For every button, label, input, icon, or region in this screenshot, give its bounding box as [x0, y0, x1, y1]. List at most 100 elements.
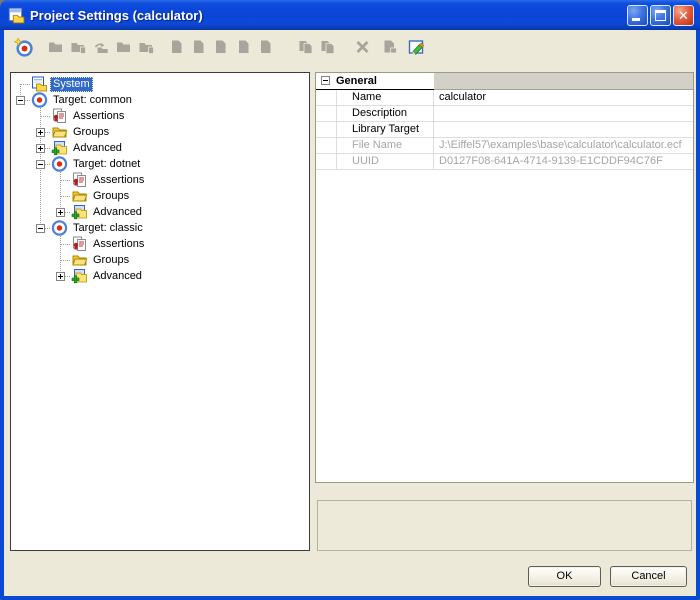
groups-icon — [51, 124, 70, 140]
doc-icon — [212, 39, 229, 55]
property-row-library-target: Library Target — [316, 122, 693, 138]
toolbar-button-3 — [67, 36, 89, 58]
minimize-button[interactable] — [627, 5, 648, 26]
tree-connector — [31, 108, 51, 124]
toolbar-button-10 — [232, 36, 254, 58]
property-row-gutter — [316, 122, 337, 137]
tree-item-target-common[interactable]: Target: common — [11, 92, 309, 108]
toolbar — [4, 30, 696, 64]
property-row-gutter — [316, 138, 337, 153]
tree-indent — [31, 188, 51, 204]
expand-plus-icon[interactable] — [56, 208, 65, 217]
toolbar-button-15 — [378, 36, 400, 58]
property-row-gutter — [316, 90, 337, 105]
tree-item-target-classic[interactable]: Target: classic — [11, 220, 309, 236]
folder-doc-icon — [70, 39, 87, 55]
collapse-minus-icon[interactable] — [36, 160, 45, 169]
settings-tree[interactable]: SystemTarget: commonAssertionsGroupsAdva… — [10, 72, 310, 551]
folder-doc-icon — [138, 39, 155, 55]
edit-file-button[interactable] — [406, 36, 428, 58]
minimize-icon — [632, 18, 640, 21]
property-label: UUID — [337, 154, 434, 169]
cancel-button[interactable]: Cancel — [610, 566, 687, 587]
target-icon — [51, 156, 70, 172]
target-icon — [51, 220, 70, 236]
doc-lock-icon — [381, 39, 398, 55]
expand-plus-icon[interactable] — [36, 128, 45, 137]
tree-item-groups[interactable]: Groups — [11, 124, 309, 140]
tree-item-assertions[interactable]: Assertions — [11, 236, 309, 252]
folder-icon — [115, 39, 132, 55]
tree-connector — [51, 252, 71, 268]
tree-connector — [11, 76, 31, 92]
tree-connector — [31, 220, 51, 236]
tree-connector — [51, 236, 71, 252]
tree-connector — [31, 124, 51, 140]
tree-item-assertions[interactable]: Assertions — [11, 108, 309, 124]
tree-indent — [31, 204, 51, 220]
advanced-icon — [71, 268, 90, 284]
tree-item-label: Target: common — [50, 93, 135, 108]
tree-item-advanced[interactable]: Advanced — [11, 204, 309, 220]
toolbar-button-2 — [44, 36, 66, 58]
section-header-label: General — [336, 75, 377, 87]
property-value[interactable]: calculator — [434, 90, 693, 105]
tree-item-label: Assertions — [90, 237, 147, 252]
tree-item-groups[interactable]: Groups — [11, 188, 309, 204]
tree-indent — [11, 172, 31, 188]
property-row-gutter — [316, 154, 337, 169]
tree-indent — [31, 172, 51, 188]
tree-indent — [11, 268, 31, 284]
tree-item-target-dotnet[interactable]: Target: dotnet — [11, 156, 309, 172]
assertions-icon — [71, 236, 90, 252]
tree-indent — [11, 204, 31, 220]
titlebar: Project Settings (calculator) ✕ — [0, 0, 700, 30]
property-row-name: Namecalculator — [316, 90, 693, 106]
section-header-general: General — [316, 73, 693, 90]
tree-indent — [11, 236, 31, 252]
property-value: J:\Eiffel57\examples\base\calculator\cal… — [434, 138, 693, 153]
tree-indent — [11, 188, 31, 204]
ok-button[interactable]: OK — [528, 566, 601, 587]
tree-indent — [31, 268, 51, 284]
doc-icon — [235, 39, 252, 55]
maximize-icon — [655, 10, 666, 21]
tree-item-system[interactable]: System — [11, 76, 309, 92]
maximize-button[interactable] — [650, 5, 671, 26]
tree-item-groups[interactable]: Groups — [11, 252, 309, 268]
tree-item-label: Assertions — [90, 173, 147, 188]
toolbar-button-5 — [112, 36, 134, 58]
toolbar-button-6 — [135, 36, 157, 58]
collapse-minus-icon[interactable] — [16, 96, 25, 105]
toolbar-button-9 — [209, 36, 231, 58]
advanced-icon — [51, 140, 70, 156]
folder-icon — [47, 39, 64, 55]
tree-item-advanced[interactable]: Advanced — [11, 140, 309, 156]
property-value[interactable] — [434, 106, 693, 121]
new-target-button[interactable] — [12, 36, 34, 58]
section-collapse-expander[interactable] — [321, 76, 330, 85]
toolbar-button-11 — [254, 36, 276, 58]
tree-connector — [11, 92, 31, 108]
edit-icon — [408, 39, 426, 56]
tree-item-assertions[interactable]: Assertions — [11, 172, 309, 188]
expand-plus-icon[interactable] — [36, 144, 45, 153]
doc-pair-icon — [297, 39, 314, 55]
assertions-icon — [71, 172, 90, 188]
tree-connector — [31, 156, 51, 172]
collapse-minus-icon[interactable] — [36, 224, 45, 233]
expand-plus-icon[interactable] — [56, 272, 65, 281]
tree-item-advanced[interactable]: Advanced — [11, 268, 309, 284]
toolbar-button-8 — [187, 36, 209, 58]
toolbar-button-4 — [90, 36, 112, 58]
tree-indent — [11, 124, 31, 140]
advanced-icon — [71, 204, 90, 220]
property-description-box — [317, 500, 692, 551]
dialog-client-area: SystemTarget: commonAssertionsGroupsAdva… — [4, 30, 696, 596]
close-button[interactable]: ✕ — [673, 5, 694, 26]
tree-connector — [31, 140, 51, 156]
tree-item-label: Advanced — [90, 205, 145, 220]
tree-connector — [51, 268, 71, 284]
tree-indent — [11, 140, 31, 156]
property-value[interactable] — [434, 122, 693, 137]
